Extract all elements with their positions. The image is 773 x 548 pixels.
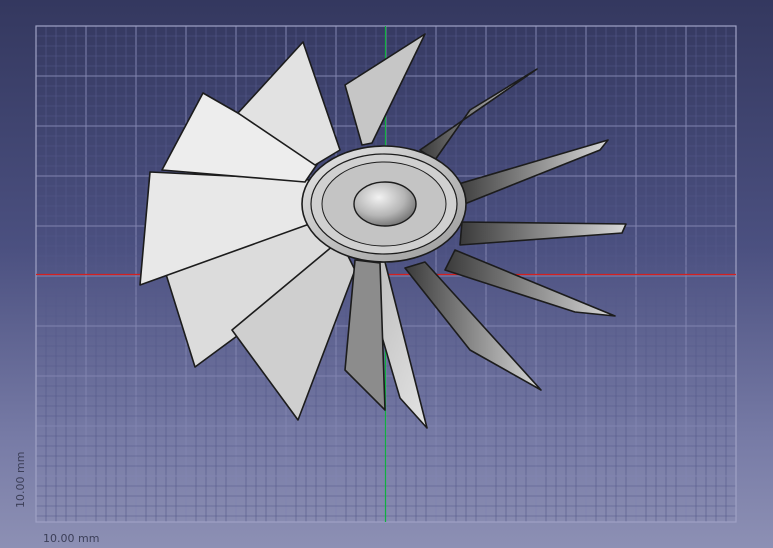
3d-viewport[interactable]: 10.00 mm 10.00 mm [0,0,773,548]
hub-bore[interactable] [353,181,417,227]
blade-top-right[interactable] [419,68,538,161]
blade-right-1[interactable] [454,139,609,206]
impeller-model[interactable] [139,33,627,429]
3d-scene[interactable] [0,0,773,548]
scale-label-x: 10.00 mm [43,532,100,545]
scale-label-y: 10.00 mm [14,451,27,508]
blade-right-2[interactable] [459,221,627,246]
